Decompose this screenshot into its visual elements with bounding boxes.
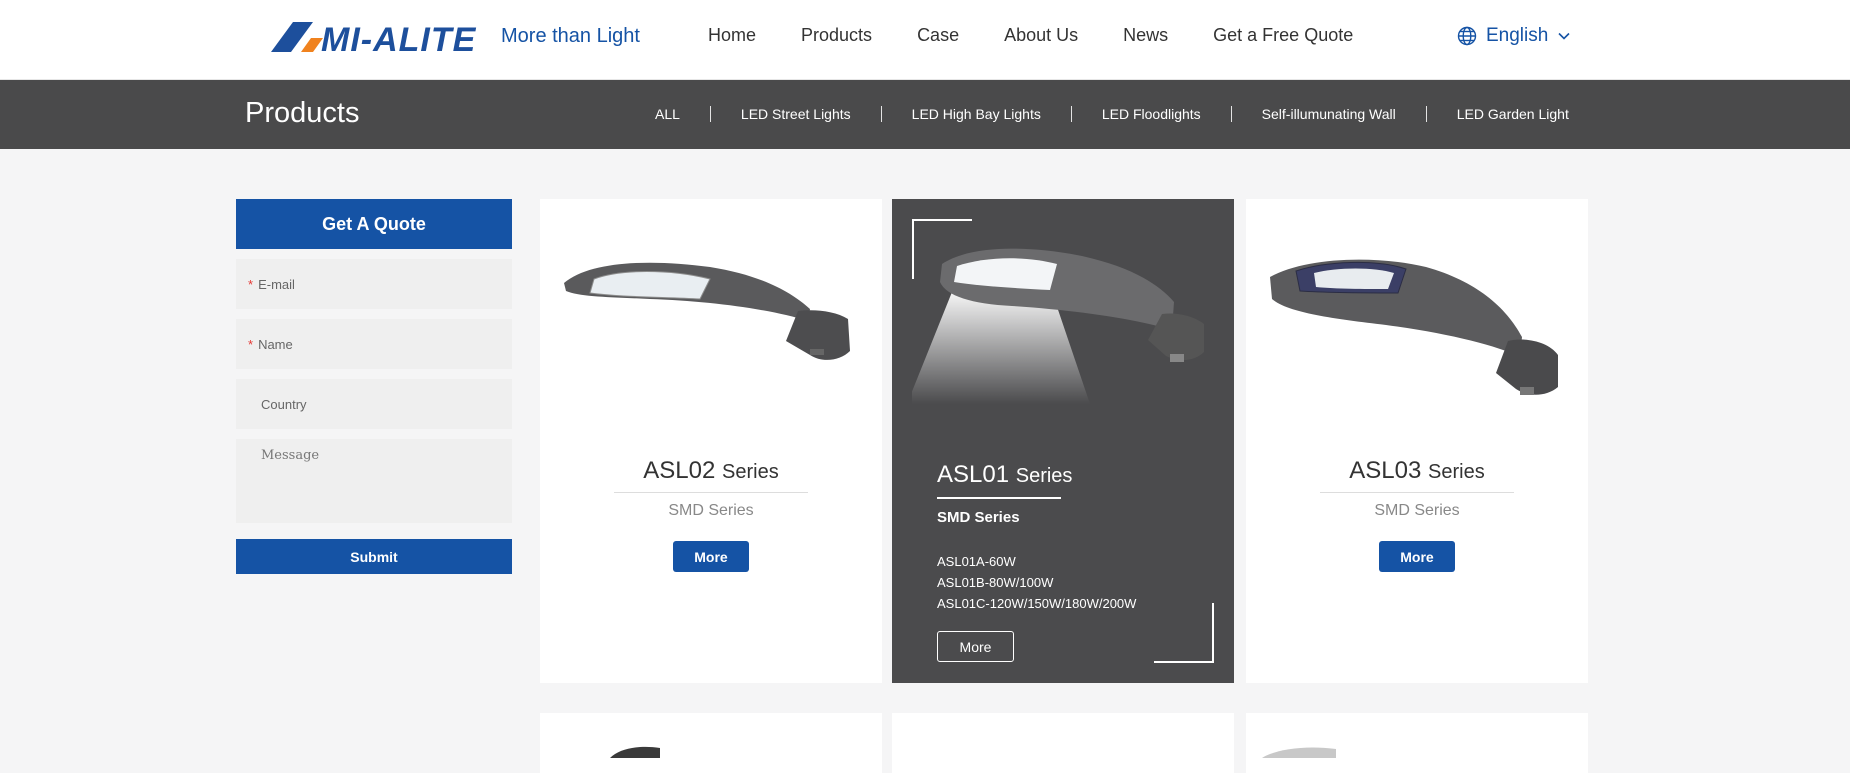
category-high-bay-lights[interactable]: LED High Bay Lights — [912, 106, 1041, 122]
name-placeholder: Name — [258, 336, 293, 352]
product-model: ASL03 — [1349, 457, 1422, 484]
submit-button[interactable]: Submit — [236, 539, 512, 574]
title-divider — [1320, 492, 1514, 493]
product-subtitle: SMD Series — [937, 509, 1020, 526]
email-field[interactable]: * E-mail — [236, 259, 512, 309]
nav-case[interactable]: Case — [917, 25, 959, 46]
spec-item: ASL01C-120W/150W/180W/200W — [937, 596, 1137, 611]
product-card-asl02[interactable]: ASL02 Series SMD Series More — [540, 199, 882, 683]
language-selector[interactable]: English — [1457, 25, 1579, 47]
email-placeholder: E-mail — [258, 276, 295, 292]
product-card-partial[interactable] — [540, 713, 882, 773]
spec-item: ASL01A-60W — [937, 554, 1016, 569]
product-title: ASL01 Series — [937, 461, 1072, 489]
quote-form-title: Get A Quote — [236, 199, 512, 249]
street-light-image — [564, 262, 850, 360]
country-placeholder: Country — [261, 396, 307, 412]
more-button[interactable]: More — [1379, 541, 1455, 572]
category-divider — [880, 106, 882, 122]
product-subtitle: SMD Series — [668, 502, 754, 519]
nav-about-us[interactable]: About Us — [1004, 25, 1078, 46]
product-series-word: Series — [1015, 465, 1073, 487]
product-title: ASL03 Series — [1246, 457, 1588, 485]
tagline: More than Light — [501, 25, 640, 47]
category-floodlights[interactable]: LED Floodlights — [1102, 106, 1201, 122]
country-field[interactable]: Country — [236, 379, 512, 429]
product-series-word: Series — [722, 461, 779, 483]
category-divider — [1230, 106, 1232, 122]
category-garden-light[interactable]: LED Garden Light — [1457, 106, 1569, 122]
site-header: MI-ALITE More than Light Home Products C… — [0, 0, 1850, 80]
nav-products[interactable]: Products — [801, 25, 872, 46]
category-divider — [709, 106, 711, 122]
nav-free-quote[interactable]: Get a Free Quote — [1213, 25, 1353, 46]
product-card-asl01[interactable]: ASL01 Series SMD Series ASL01A-60W ASL01… — [892, 199, 1234, 683]
street-light-image — [1270, 259, 1558, 395]
message-placeholder: Message — [261, 448, 320, 463]
main-nav: Home Products Case About Us News Get a F… — [708, 25, 1398, 46]
brand-logo[interactable]: MI-ALITE — [271, 18, 491, 56]
product-card-partial[interactable] — [1246, 713, 1588, 773]
street-light-image — [912, 248, 1204, 404]
title-divider — [937, 497, 1061, 499]
more-button[interactable]: More — [673, 541, 749, 572]
products-category-bar: Products ALL LED Street Lights LED High … — [0, 80, 1850, 149]
title-divider — [614, 492, 808, 493]
product-title: ASL02 Series — [540, 457, 882, 485]
nav-home[interactable]: Home — [708, 25, 756, 46]
page-title: Products — [245, 97, 360, 129]
product-image-partial — [610, 746, 660, 758]
product-card-asl03[interactable]: ASL03 Series SMD Series More — [1246, 199, 1588, 683]
product-model: ASL01 — [937, 461, 1010, 488]
product-subtitle: SMD Series — [1374, 502, 1460, 519]
category-all[interactable]: ALL — [655, 106, 680, 122]
chevron-down-icon — [1558, 32, 1570, 40]
category-divider — [1425, 106, 1427, 122]
message-field[interactable]: Message — [236, 439, 512, 523]
language-label: English — [1486, 25, 1549, 46]
required-mark: * — [248, 336, 254, 352]
category-list: ALL LED Street Lights LED High Bay Light… — [655, 106, 1569, 122]
required-mark: * — [248, 276, 254, 292]
more-button[interactable]: More — [937, 631, 1014, 662]
category-divider — [1070, 106, 1072, 122]
nav-news[interactable]: News — [1123, 25, 1168, 46]
decorative-corner — [1154, 603, 1214, 663]
quote-form: Get A Quote * E-mail * Name Country Mess… — [236, 199, 512, 574]
globe-icon — [1457, 26, 1477, 46]
product-series-word: Series — [1428, 461, 1485, 483]
spec-item: ASL01B-80W/100W — [937, 575, 1054, 590]
category-wall[interactable]: Self-illumunating Wall — [1262, 106, 1396, 122]
product-image-partial — [1262, 747, 1336, 758]
brand-logo-text: MI-ALITE — [321, 21, 477, 56]
name-field[interactable]: * Name — [236, 319, 512, 369]
product-model: ASL02 — [643, 457, 716, 484]
product-card-partial[interactable] — [892, 713, 1234, 773]
product-spec-list: ASL01A-60W ASL01B-80W/100W ASL01C-120W/1… — [937, 551, 1136, 614]
category-street-lights[interactable]: LED Street Lights — [741, 106, 851, 122]
